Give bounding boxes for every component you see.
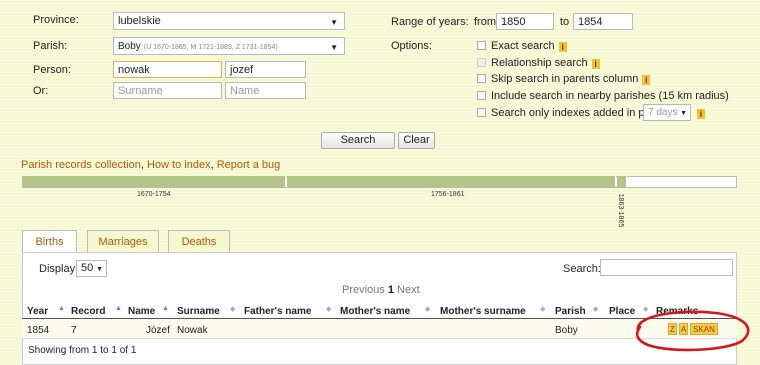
column-header-year[interactable]: Year bbox=[27, 306, 48, 317]
table-search-input[interactable] bbox=[600, 259, 733, 276]
sort-asc-icon: ▲ bbox=[115, 305, 122, 312]
display-count-select[interactable]: 50 ▼ bbox=[76, 260, 107, 277]
sort-asc-icon: ▲ bbox=[58, 305, 65, 312]
person-label: Person: bbox=[33, 64, 71, 76]
report-bug-link[interactable]: Report a bug bbox=[217, 159, 281, 171]
parish-select-value: Boby bbox=[118, 41, 141, 52]
pagination-current[interactable]: 1 bbox=[388, 284, 394, 296]
province-label: Province: bbox=[33, 14, 79, 26]
timeline-segment[interactable] bbox=[23, 176, 286, 187]
year-to-input[interactable]: 1854 bbox=[573, 13, 633, 30]
tab-births[interactable]: Births bbox=[22, 230, 77, 253]
cell-parish: Boby bbox=[555, 325, 578, 336]
pagination-previous[interactable]: Previous bbox=[342, 284, 385, 296]
from-label: from bbox=[474, 16, 496, 28]
or-surname-input[interactable]: Surname bbox=[113, 82, 222, 99]
relationship-search-checkbox[interactable] bbox=[477, 58, 486, 67]
sort-icon: ◆ bbox=[230, 306, 236, 313]
range-label: Range of years: bbox=[391, 16, 469, 28]
info-icon[interactable]: i bbox=[558, 42, 567, 52]
timeline-segment[interactable] bbox=[287, 176, 616, 187]
timeline-label: 1756-1861 bbox=[431, 191, 465, 198]
sort-icon: ◆ bbox=[540, 306, 546, 313]
display-label: Display bbox=[39, 263, 76, 275]
sort-asc-icon: ▲ bbox=[162, 305, 169, 312]
person-name-input[interactable]: jozef bbox=[225, 61, 306, 78]
sort-icon: ◆ bbox=[326, 306, 332, 313]
sort-icon: ◆ bbox=[593, 306, 599, 313]
past-period-value: 7 days bbox=[648, 107, 678, 118]
to-label: to bbox=[560, 16, 570, 28]
table-search-label: Search: bbox=[563, 263, 601, 275]
tab-marriages[interactable]: Marriages bbox=[87, 230, 159, 252]
past-period-select[interactable]: 7 days ▼ bbox=[643, 104, 691, 121]
parish-select[interactable]: Boby (U 1670-1865, M 1721-1889, Z 1731-1… bbox=[113, 37, 345, 55]
chevron-down-icon: ▼ bbox=[330, 18, 338, 27]
cell-surname: Nowak bbox=[177, 325, 208, 336]
tab-deaths[interactable]: Deaths bbox=[168, 230, 230, 252]
recent-indexes-label: Search only indexes added in past bbox=[491, 107, 660, 119]
timeline-label: 1670-1754 bbox=[137, 191, 171, 198]
relationship-search-option: Relationship search i bbox=[491, 57, 600, 69]
timeline-label: 1863-1865 bbox=[617, 193, 625, 228]
exact-search-option: Exact search i bbox=[491, 40, 567, 52]
or-label: Or: bbox=[33, 85, 49, 97]
skip-parents-option: Skip search in parents column i bbox=[491, 73, 651, 85]
year-from-input[interactable]: 1850 bbox=[496, 13, 554, 30]
pagination-next[interactable]: Next bbox=[397, 284, 420, 296]
display-count-value: 50 bbox=[81, 262, 94, 274]
province-select[interactable]: lubelskie ▼ bbox=[113, 12, 345, 30]
nearby-parishes-label: Include search in nearby parishes (15 km… bbox=[491, 90, 729, 102]
clear-button[interactable]: Clear bbox=[398, 132, 435, 149]
parish-collection-link[interactable]: Parish records collection bbox=[21, 159, 141, 171]
exact-search-checkbox[interactable] bbox=[477, 41, 486, 50]
sort-icon: ◆ bbox=[425, 306, 431, 313]
info-icon[interactable]: i bbox=[697, 109, 705, 119]
column-header-parish[interactable]: Parish bbox=[555, 306, 586, 317]
recent-indexes-info: i bbox=[693, 107, 705, 119]
exact-search-label: Exact search bbox=[491, 40, 555, 52]
or-name-input[interactable]: Name bbox=[225, 82, 306, 99]
column-header-mothers-name[interactable]: Mother's name bbox=[340, 306, 410, 317]
parish-label: Parish: bbox=[33, 40, 68, 52]
info-icon[interactable]: i bbox=[591, 59, 600, 69]
column-header-record[interactable]: Record bbox=[71, 306, 105, 317]
column-header-surname[interactable]: Surname bbox=[177, 306, 220, 317]
person-surname-input[interactable]: nowak bbox=[113, 61, 222, 78]
skip-parents-label: Skip search in parents column bbox=[491, 73, 639, 85]
province-select-value: lubelskie bbox=[118, 15, 161, 27]
info-icon[interactable]: i bbox=[642, 75, 651, 85]
how-to-index-link[interactable]: How to index bbox=[147, 159, 211, 171]
column-header-mothers-surname[interactable]: Mother's surname bbox=[440, 306, 526, 317]
chevron-down-icon: ▼ bbox=[680, 110, 687, 117]
highlight-ellipse bbox=[635, 310, 750, 352]
pagination: Previous 1 Next bbox=[342, 284, 420, 296]
cell-year: 1854 bbox=[27, 325, 50, 336]
recent-indexes-checkbox[interactable] bbox=[477, 108, 486, 117]
options-label: Options: bbox=[391, 40, 432, 52]
relationship-search-label: Relationship search bbox=[491, 57, 588, 69]
timeline-segment[interactable] bbox=[617, 176, 627, 187]
search-button[interactable]: Search bbox=[321, 132, 395, 149]
skip-parents-checkbox[interactable] bbox=[477, 74, 486, 83]
links-row: Parish records collection, How to index,… bbox=[21, 159, 280, 171]
cell-record: 7 bbox=[71, 325, 77, 336]
column-header-name[interactable]: Name bbox=[128, 306, 155, 317]
nearby-parishes-checkbox[interactable] bbox=[477, 91, 486, 100]
chevron-down-icon: ▼ bbox=[96, 266, 103, 273]
column-header-fathers-name[interactable]: Father's name bbox=[244, 306, 311, 317]
parish-select-detail: (U 1670-1865, M 1721-1889, Z 1731-1854) bbox=[143, 44, 278, 51]
table-footer-info: Showing from 1 to 1 of 1 bbox=[28, 345, 137, 356]
cell-name: Józef bbox=[146, 325, 170, 336]
chevron-down-icon: ▼ bbox=[330, 43, 338, 52]
